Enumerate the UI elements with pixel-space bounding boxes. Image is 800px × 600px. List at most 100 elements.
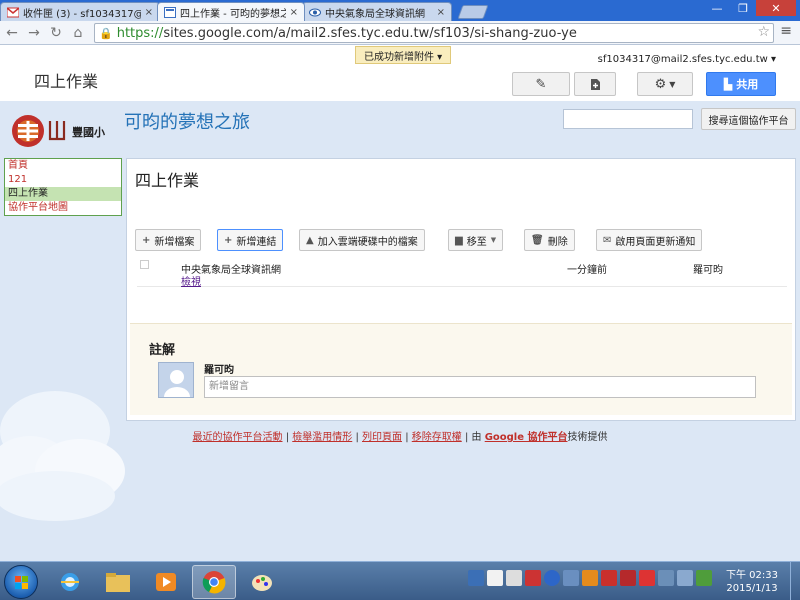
- person-icon: [164, 370, 190, 397]
- gmail-icon: [7, 6, 19, 17]
- report-abuse-link[interactable]: 檢舉濫用情形: [292, 432, 352, 443]
- google-sites-link[interactable]: Google 協作平台: [485, 432, 568, 443]
- delete-button[interactable]: 🗑 刪除: [524, 229, 575, 251]
- sites-icon: [164, 6, 176, 18]
- file-row: 中央氣象局全球資訊網 檢視 一分鐘前 羅可昀: [137, 259, 787, 288]
- paint-icon[interactable]: [240, 565, 284, 599]
- new-page-button[interactable]: [574, 72, 616, 96]
- tab-sites[interactable]: 四上作業 - 可昀的夢想之旅 ×: [157, 2, 305, 21]
- folder-icon: ▆: [455, 234, 463, 246]
- attachment-added-toast[interactable]: 已成功新增附件 ▾: [355, 46, 452, 64]
- sidebar-item-sitemap[interactable]: 協作平台地圖: [5, 201, 121, 215]
- file-checkbox[interactable]: [140, 260, 149, 269]
- comment-input[interactable]: 新增留言: [204, 376, 756, 398]
- move-to-label: 移至: [466, 236, 487, 248]
- reload-icon[interactable]: ↻: [46, 23, 66, 43]
- more-actions-button[interactable]: ⚙ ▼: [637, 72, 693, 96]
- tray-app-icon[interactable]: [506, 570, 522, 586]
- system-clock[interactable]: 下午 02:33 2015/1/13: [726, 569, 778, 595]
- site-name[interactable]: 可昀的夢想之旅: [124, 108, 250, 134]
- browser-tabstrip: 收件匣 (3) - sf1034317@ × 四上作業 - 可昀的夢想之旅 × …: [0, 0, 800, 21]
- move-to-button[interactable]: ▆ 移至 ▼: [448, 229, 504, 251]
- browser-toolbar: ← → ↻ ⌂ 🔒 https:// sites.google.com/a/ma…: [0, 21, 800, 45]
- home-icon[interactable]: ⌂: [68, 23, 88, 43]
- volume-icon[interactable]: [677, 570, 693, 586]
- help-icon[interactable]: [544, 570, 560, 586]
- window-controls: — ❐ ✕: [704, 0, 796, 16]
- edit-page-button[interactable]: ✎: [512, 72, 570, 96]
- file-user: 羅可昀: [693, 265, 723, 276]
- new-tab-button[interactable]: [457, 5, 489, 19]
- lock-icon: 🔒: [99, 26, 113, 40]
- url-text: sites.google.com/a/mail2.sfes.tyc.edu.tw…: [163, 25, 577, 41]
- close-tab-icon[interactable]: ×: [145, 7, 153, 18]
- tray-app-icon[interactable]: [639, 570, 655, 586]
- page-title: 四上作業: [135, 171, 200, 190]
- start-button[interactable]: [4, 565, 38, 599]
- tab-gmail[interactable]: 收件匣 (3) - sf1034317@ ×: [0, 2, 160, 21]
- new-page-icon: [590, 78, 600, 90]
- close-tab-icon[interactable]: ×: [437, 7, 445, 18]
- maximize-icon[interactable]: ❐: [730, 0, 756, 16]
- sidebar-item-121[interactable]: 121: [5, 173, 121, 187]
- tab-title: 收件匣 (3) - sf1034317@: [23, 8, 141, 20]
- site-search-button[interactable]: 搜尋這個協作平台: [701, 108, 796, 130]
- remove-access-link[interactable]: 移除存取權: [412, 432, 462, 443]
- back-arrow-icon[interactable]: ←: [2, 23, 22, 43]
- user-account[interactable]: sf1034317@mail2.sfes.tyc.edu.tw ▾: [598, 54, 776, 65]
- plus-icon: +: [142, 234, 151, 246]
- close-tab-icon[interactable]: ×: [290, 7, 298, 18]
- footer-separator: |: [405, 432, 409, 443]
- notify-button[interactable]: ✉ 啟用頁面更新通知: [596, 229, 703, 251]
- security-icon[interactable]: [696, 570, 712, 586]
- add-link-label: 新增連結: [236, 236, 277, 248]
- chrome-menu-icon[interactable]: ≡: [780, 23, 792, 39]
- sidebar-item-current[interactable]: 四上作業: [5, 187, 121, 201]
- acrobat-icon[interactable]: [601, 570, 617, 586]
- view-link[interactable]: 檢視: [181, 273, 201, 288]
- add-link-button[interactable]: + 新增連結: [217, 229, 284, 251]
- bookmark-star-icon[interactable]: ☆: [757, 24, 770, 40]
- delete-label: 刪除: [547, 236, 568, 248]
- show-desktop-button[interactable]: [790, 562, 800, 600]
- sidebar-nav: 首頁 121 四上作業 協作平台地圖: [4, 158, 122, 216]
- close-window-icon[interactable]: ✕: [756, 0, 796, 16]
- avatar: [158, 362, 194, 398]
- address-bar[interactable]: 🔒 https:// sites.google.com/a/mail2.sfes…: [94, 23, 774, 43]
- tab-title: 四上作業 - 可昀的夢想之旅: [180, 8, 286, 20]
- tray-app-icon[interactable]: [620, 570, 636, 586]
- file-explorer-icon[interactable]: [96, 565, 140, 599]
- tray-app-icon[interactable]: [525, 570, 541, 586]
- dropdown-caret-icon: ▼: [669, 79, 676, 89]
- network-icon[interactable]: [658, 570, 674, 586]
- pencil-icon: ✎: [535, 76, 547, 92]
- share-button[interactable]: ▙ 共用: [706, 72, 776, 96]
- tray-app-icon[interactable]: [582, 570, 598, 586]
- minimize-icon[interactable]: —: [704, 0, 730, 16]
- clock-date: 2015/1/13: [726, 583, 778, 594]
- forward-arrow-icon[interactable]: →: [24, 23, 44, 43]
- chrome-icon[interactable]: [192, 565, 236, 599]
- tab-cwb[interactable]: 中央氣象局全球資訊網 ×: [302, 2, 452, 21]
- site-search-input[interactable]: [563, 109, 693, 129]
- internet-explorer-icon[interactable]: [48, 565, 92, 599]
- recent-activity-link[interactable]: 最近的協作平台活動: [193, 432, 283, 443]
- url-scheme: https://: [116, 25, 164, 41]
- add-from-drive-button[interactable]: ▲ 加入雲端硬碟中的檔案: [299, 229, 425, 251]
- cloud-decoration: [0, 391, 125, 521]
- media-player-icon[interactable]: [144, 565, 188, 599]
- footer-separator: |: [285, 432, 290, 443]
- site-footer: 最近的協作平台活動 | 檢舉濫用情形 | 列印頁面 | 移除存取權 | 由 Go…: [0, 428, 800, 443]
- share-label: 共用: [736, 78, 759, 91]
- trash-icon: 🗑: [531, 234, 544, 246]
- sidebar-item-home[interactable]: 首頁: [5, 159, 121, 173]
- comments-section: 註解 羅可昀 新增留言: [130, 323, 792, 415]
- print-page-link[interactable]: 列印頁面: [362, 432, 402, 443]
- windows-logo-icon: [15, 576, 28, 589]
- sites-header: 四上作業 已成功新增附件 ▾ sf1034317@mail2.sfes.tyc.…: [0, 45, 800, 101]
- add-file-button[interactable]: + 新增檔案: [135, 229, 202, 251]
- notify-label: 啟用頁面更新通知: [615, 236, 696, 248]
- input-method-icon[interactable]: [487, 570, 503, 586]
- tray-app-icon[interactable]: [468, 570, 484, 586]
- tray-app-icon[interactable]: [563, 570, 579, 586]
